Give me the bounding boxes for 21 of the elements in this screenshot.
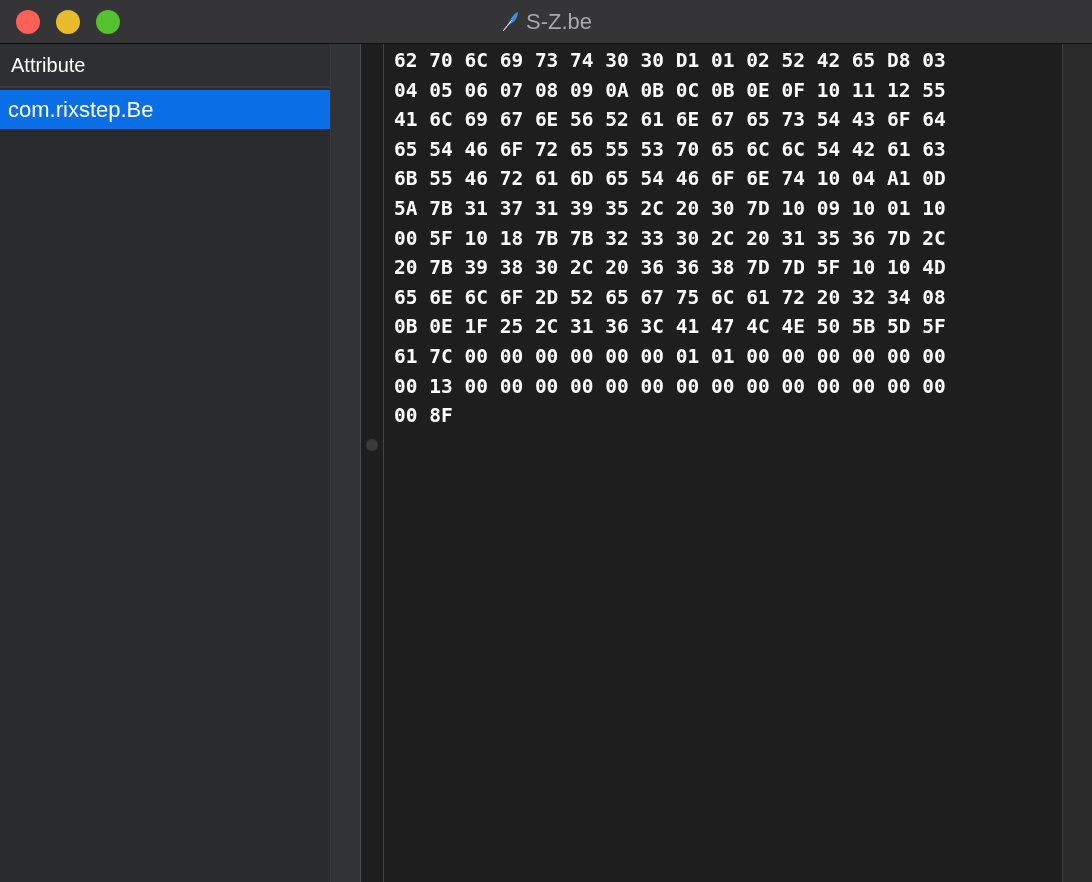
minimize-button[interactable] — [56, 10, 80, 34]
hex-line: 04 05 06 07 08 09 0A 0B 0C 0B 0E 0F 10 11 12 55 — [394, 77, 947, 104]
hex-line: 20 7B 39 38 30 2C 20 36 36 38 7D 7D 5F 10 10 4D — [394, 255, 947, 282]
divider-handle-icon[interactable] — [366, 439, 378, 451]
hex-line: 00 5F 10 18 7B 7B 32 33 30 2C 20 31 35 36 7D 2C — [394, 225, 947, 252]
hex-line: 6B 55 46 72 61 6D 65 54 46 6F 6E 74 10 04 A1 0D — [394, 166, 947, 193]
hex-line: 00 13 00 00 00 00 00 00 00 00 00 00 00 00 00 00 — [394, 373, 947, 400]
hex-line: 00 8F — [394, 403, 454, 430]
hex-line: 65 54 46 6F 72 65 55 53 70 65 6C 6C 54 42 61 63 — [394, 136, 947, 163]
column-header[interactable]: Attribute — [0, 44, 330, 88]
list-item[interactable]: com.rixstep.Be — [0, 90, 330, 129]
window-title: S-Z.be — [526, 8, 592, 35]
close-button[interactable] — [16, 10, 40, 34]
zoom-button[interactable] — [96, 10, 120, 34]
hex-line: 65 6E 6C 6F 2D 52 65 67 75 6C 61 72 20 32 34 08 — [394, 284, 947, 311]
hex-line: 5A 7B 31 37 31 39 35 2C 20 30 7D 10 09 10 01 10 — [394, 195, 947, 222]
hex-line: 61 7C 00 00 00 00 00 00 01 01 00 00 00 00 00 00 — [394, 343, 947, 370]
hex-line: 62 70 6C 69 73 74 30 30 D1 01 02 52 42 65 D8 03 — [394, 48, 947, 74]
feather-icon — [500, 10, 520, 33]
hex-line: 41 6C 69 67 6E 56 52 61 6E 67 65 73 54 43 6F 64 — [394, 107, 947, 134]
hex-line: 0B 0E 1F 25 2C 31 36 3C 41 47 4C 4E 50 5B 5D 5F — [394, 314, 947, 341]
